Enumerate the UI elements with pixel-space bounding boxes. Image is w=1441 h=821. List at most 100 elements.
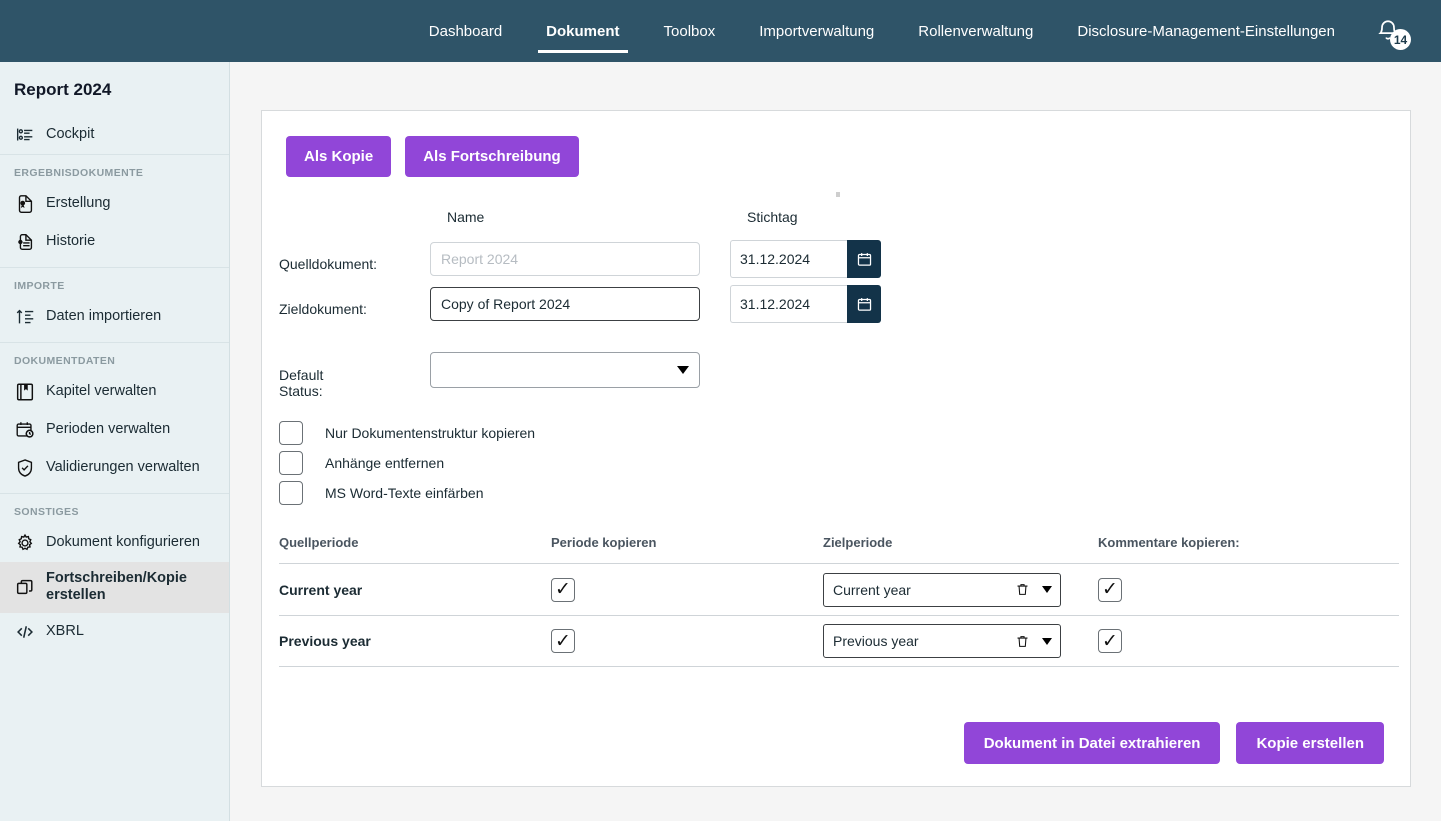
column-header-quellperiode: Quellperiode	[279, 535, 359, 550]
sidebar-item-kapitel-verwalten[interactable]: Kapitel verwalten	[0, 373, 229, 411]
sidebar-item-erstellung[interactable]: Erstellung	[0, 185, 229, 223]
label-default-status: Default Status:	[279, 367, 324, 399]
option-label: MS Word-Texte einfärben	[325, 485, 484, 501]
check-icon: ✓	[555, 629, 571, 652]
target-date-picker-button[interactable]	[847, 285, 881, 323]
main-nav: Dashboard Dokument Toolbox Importverwalt…	[407, 0, 1357, 62]
source-date-picker-button[interactable]	[847, 240, 881, 278]
shield-check-icon	[17, 459, 33, 477]
nav-label: Disclosure-Management-Einstellungen	[1077, 22, 1335, 40]
import-arrow-icon	[16, 309, 34, 324]
checkbox[interactable]	[279, 481, 303, 505]
table-header-row: Quellperiode Periode kopieren Zielperiod…	[279, 535, 1399, 563]
nav-label: Importverwaltung	[759, 22, 875, 40]
target-period-select[interactable]: Current year	[823, 572, 1061, 607]
label-quelldokument: Quelldokument:	[279, 256, 378, 272]
copy-period-checkbox[interactable]: ✓	[551, 629, 575, 653]
target-name-input[interactable]	[430, 287, 700, 321]
cell-copy-comments: ✓	[1098, 577, 1399, 602]
sidebar-item-daten-importieren[interactable]: Daten importieren	[0, 298, 229, 336]
check-icon: ✓	[1102, 578, 1118, 600]
sidebar-group-label: ERGEBNISDOKUMENTE	[14, 167, 144, 179]
table-row: Current year ✓ Current year ✓	[279, 563, 1399, 615]
nav-item-rollenverwaltung[interactable]: Rollenverwaltung	[896, 0, 1055, 62]
option-label: Nur Dokumentenstruktur kopieren	[325, 425, 536, 441]
top-navigation-bar: Dashboard Dokument Toolbox Importverwalt…	[0, 0, 1441, 62]
sidebar-item-label: Validierungen verwalten	[46, 459, 200, 476]
checkbox[interactable]	[279, 421, 303, 445]
source-date-input[interactable]	[730, 240, 847, 278]
document-badge-icon	[18, 195, 33, 213]
option-nur-dokumentenstruktur-kopieren[interactable]: Nur Dokumentenstruktur kopieren	[279, 418, 535, 448]
option-label: Anhänge entfernen	[325, 455, 445, 471]
artifact-dot	[836, 192, 840, 197]
sidebar-item-perioden-verwalten[interactable]: Perioden verwalten	[0, 411, 229, 449]
nav-label: Rollenverwaltung	[918, 22, 1034, 40]
default-status-select[interactable]	[430, 352, 700, 388]
trash-icon[interactable]	[1015, 582, 1030, 597]
sidebar-item-label: Daten importieren	[46, 308, 162, 325]
label-zieldokument: Zieldokument:	[279, 301, 367, 317]
option-anhaenge-entfernen[interactable]: Anhänge entfernen	[279, 448, 535, 478]
gear-icon	[17, 533, 33, 551]
calendar-icon	[857, 297, 871, 311]
book-icon	[16, 383, 34, 401]
nav-label: Dokument	[546, 22, 620, 40]
table-row: Previous year ✓ Previous year ✓	[279, 615, 1399, 667]
sidebar-item-label: Fortschreiben/Kopie erstellen	[46, 570, 187, 604]
target-date-input[interactable]	[730, 285, 847, 323]
target-period-select[interactable]: Previous year	[823, 624, 1061, 658]
copy-period-checkbox[interactable]: ✓	[551, 577, 575, 602]
column-header-kommentare-kopieren: Kommentare kopieren:	[1098, 535, 1240, 550]
copy-mode-tabs: Als Kopie Als Fortschreibung	[286, 136, 579, 177]
nav-item-toolbox[interactable]: Toolbox	[642, 0, 738, 62]
option-ms-word-texte-einfaerben[interactable]: MS Word-Texte einfärben	[279, 478, 535, 508]
cell-copy-period: ✓	[551, 629, 823, 653]
sidebar-item-label: Cockpit	[46, 126, 95, 143]
sidebar-item-label: Dokument konfigurieren	[46, 534, 200, 551]
nav-label: Toolbox	[663, 22, 716, 40]
als-fortschreibung-button[interactable]: Als Fortschreibung	[405, 136, 579, 177]
als-kopie-button[interactable]: Als Kopie	[286, 136, 392, 177]
sidebar-item-cockpit[interactable]: Cockpit	[0, 116, 229, 154]
source-date-field	[730, 240, 881, 278]
copy-comments-checkbox[interactable]: ✓	[1098, 577, 1122, 602]
nav-item-dokument[interactable]: Dokument	[524, 0, 641, 62]
kopie-erstellen-button[interactable]: Kopie erstellen	[1236, 722, 1384, 764]
nav-item-dashboard[interactable]: Dashboard	[407, 0, 524, 62]
nav-item-disclosure-management-einstellungen[interactable]: Disclosure-Management-Einstellungen	[1055, 0, 1357, 62]
sidebar-item-fortschreiben-kopie-erstellen[interactable]: Fortschreiben/Kopie erstellen	[0, 562, 229, 613]
sidebar-item-label: Perioden verwalten	[46, 421, 171, 438]
copy-comments-checkbox[interactable]: ✓	[1098, 629, 1122, 653]
document-history-icon	[18, 233, 33, 251]
cell-target-period: Current year	[823, 572, 1098, 607]
chevron-down-icon	[1042, 586, 1052, 593]
column-header-zielperiode: Zielperiode	[823, 535, 893, 550]
sidebar-item-xbrl[interactable]: XBRL	[0, 613, 229, 651]
cell-source-period: Previous year	[279, 633, 371, 649]
dokument-in-datei-extrahieren-button[interactable]: Dokument in Datei extrahieren	[963, 722, 1221, 764]
sidebar-item-label: Historie	[46, 233, 96, 250]
copy-document-card: Als Kopie Als Fortschreibung Name Sticht…	[261, 110, 1411, 787]
chevron-down-icon	[1042, 637, 1052, 645]
chevron-down-icon	[677, 366, 689, 374]
sidebar-item-validierungen-verwalten[interactable]: Validierungen verwalten	[0, 449, 229, 487]
checkbox[interactable]	[279, 451, 303, 475]
notifications-button[interactable]: 14	[1357, 0, 1419, 62]
sidebar-item-dokument-konfigurieren[interactable]: Dokument konfigurieren	[0, 524, 229, 562]
sidebar-item-label: XBRL	[46, 623, 84, 640]
sidebar-item-label: Erstellung	[46, 195, 111, 212]
target-date-field	[730, 285, 881, 323]
nav-label: Dashboard	[428, 22, 503, 40]
card-actions: Dokument in Datei extrahieren Kopie erst…	[963, 722, 1384, 764]
copy-options: Nur Dokumentenstruktur kopieren Anhänge …	[279, 418, 535, 508]
trash-icon[interactable]	[1015, 634, 1030, 649]
target-period-value: Previous year	[833, 633, 919, 649]
nav-item-importverwaltung[interactable]: Importverwaltung	[737, 0, 896, 62]
calendar-clock-icon	[16, 422, 34, 438]
cell-copy-period: ✓	[551, 577, 823, 602]
sidebar-item-historie[interactable]: Historie	[0, 223, 229, 261]
sidebar-group-label: DOKUMENTDATEN	[14, 355, 116, 367]
sidebar-group-label: SONSTIGES	[14, 506, 79, 518]
source-name-input[interactable]	[430, 242, 700, 276]
